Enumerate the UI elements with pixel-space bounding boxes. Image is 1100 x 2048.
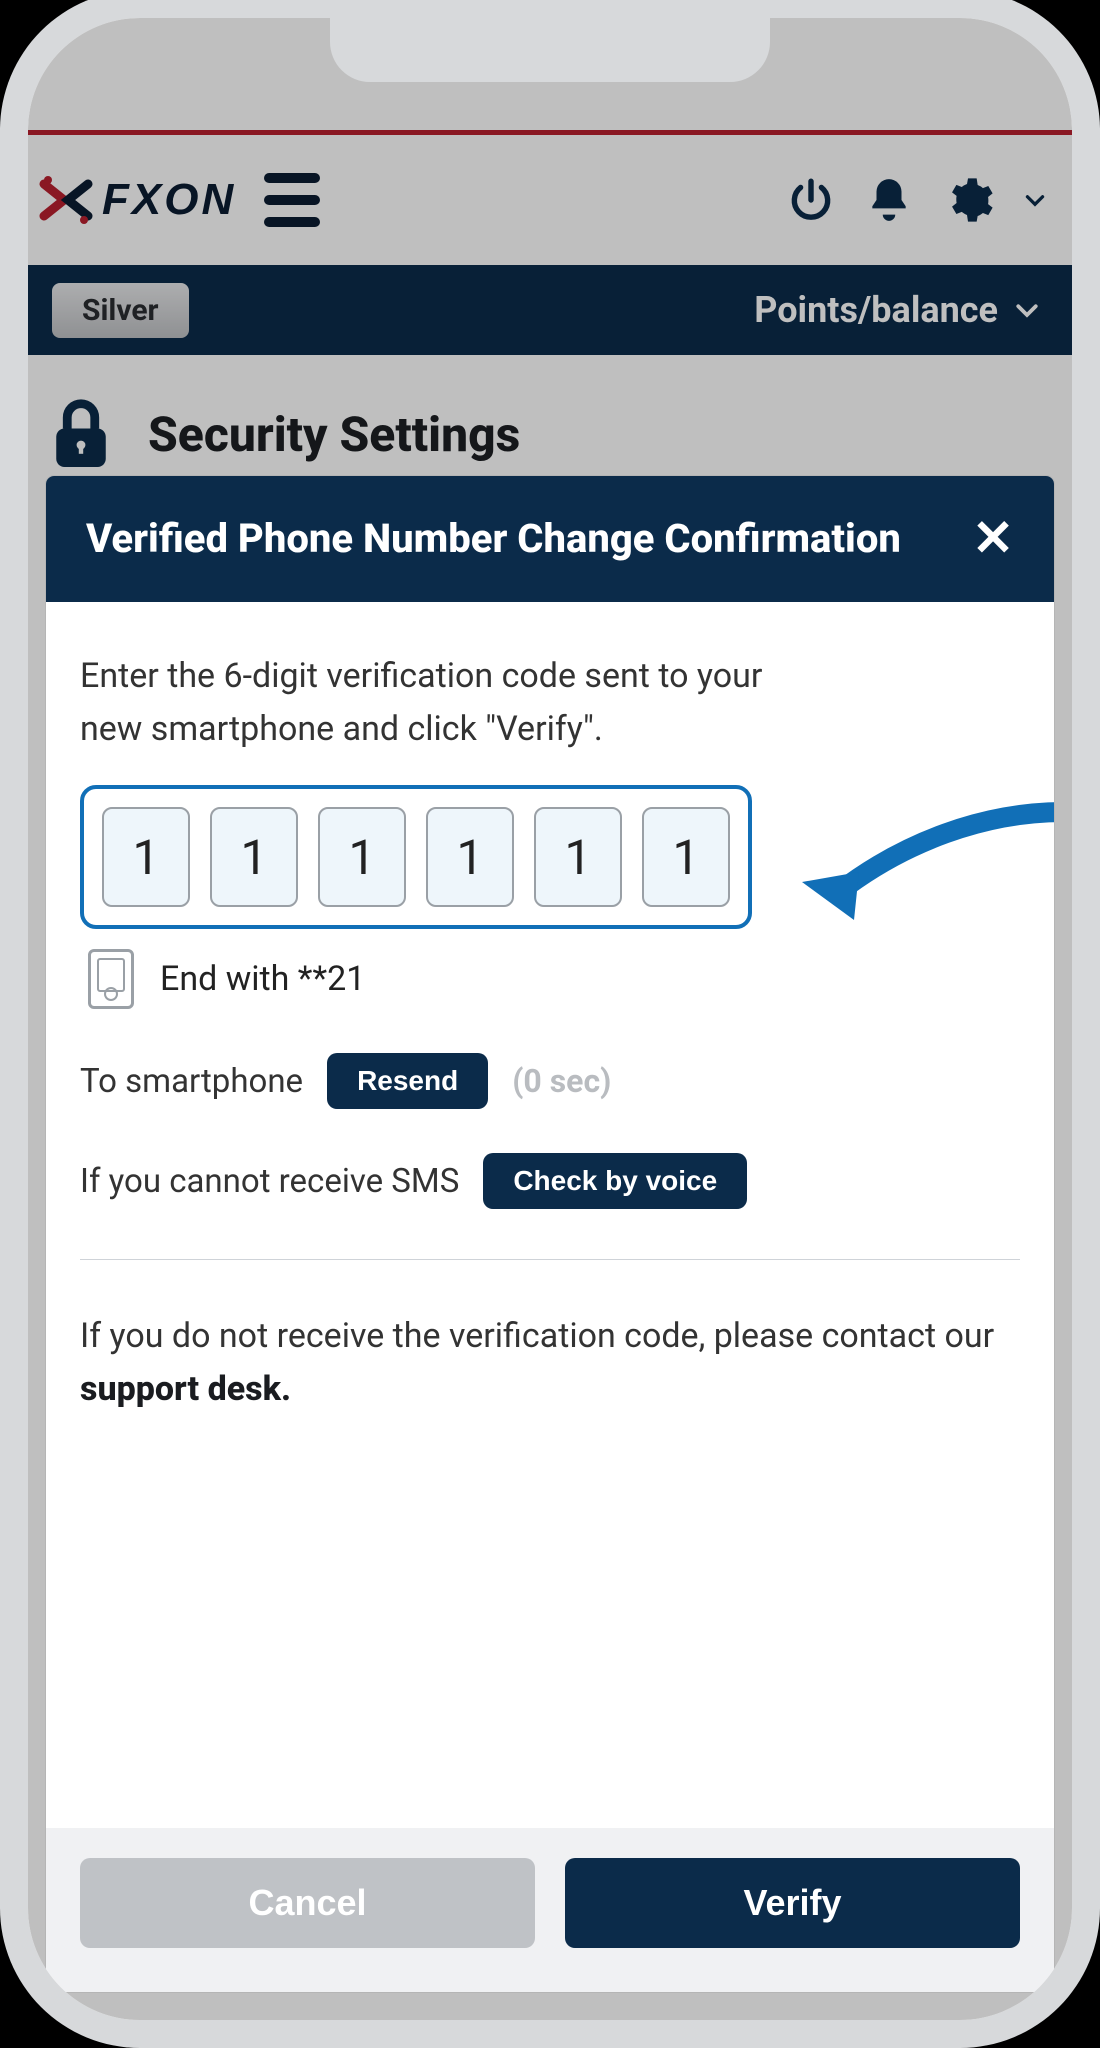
- phone-hint-row: End with **21: [80, 949, 1020, 1009]
- voice-row: If you cannot receive SMS Check by voice: [80, 1153, 1020, 1209]
- code-digit-5[interactable]: 1: [534, 807, 622, 907]
- close-icon[interactable]: ✕: [972, 514, 1014, 564]
- support-prefix: If you do not receive the verification c…: [80, 1316, 994, 1356]
- countdown-label: (0 sec): [512, 1062, 611, 1100]
- arrow-annotation-icon: [784, 802, 1054, 922]
- check-by-voice-button[interactable]: Check by voice: [483, 1153, 747, 1209]
- divider: [80, 1259, 1020, 1260]
- code-digit-6[interactable]: 1: [642, 807, 730, 907]
- verify-button[interactable]: Verify: [565, 1858, 1020, 1948]
- code-digit-3[interactable]: 1: [318, 807, 406, 907]
- phone-device-icon: [88, 949, 134, 1009]
- cancel-button[interactable]: Cancel: [80, 1858, 535, 1948]
- to-smartphone-label: To smartphone: [80, 1062, 303, 1101]
- modal-instruction: Enter the 6-digit verification code sent…: [80, 650, 780, 755]
- phone-screen: FXON: [28, 18, 1072, 2020]
- support-text: If you do not receive the verification c…: [80, 1310, 1020, 1415]
- code-digit-1[interactable]: 1: [102, 807, 190, 907]
- resend-row: To smartphone Resend (0 sec): [80, 1053, 1020, 1109]
- cannot-receive-label: If you cannot receive SMS: [80, 1162, 459, 1201]
- resend-button[interactable]: Resend: [327, 1053, 488, 1109]
- support-desk-link[interactable]: support desk.: [80, 1369, 291, 1409]
- code-input-group: 1 1 1 1 1 1: [80, 785, 752, 929]
- end-with-label: End with **21: [160, 959, 365, 999]
- phone-notch: [330, 18, 770, 82]
- modal-footer: Cancel Verify: [46, 1828, 1054, 1992]
- code-digit-2[interactable]: 1: [210, 807, 298, 907]
- modal-title: Verified Phone Number Change Confirmatio…: [86, 512, 952, 566]
- modal-header: Verified Phone Number Change Confirmatio…: [46, 476, 1054, 602]
- code-digit-4[interactable]: 1: [426, 807, 514, 907]
- verification-modal: Verified Phone Number Change Confirmatio…: [46, 476, 1054, 1992]
- phone-frame: FXON: [0, 0, 1100, 2048]
- modal-body: Enter the 6-digit verification code sent…: [46, 602, 1054, 1828]
